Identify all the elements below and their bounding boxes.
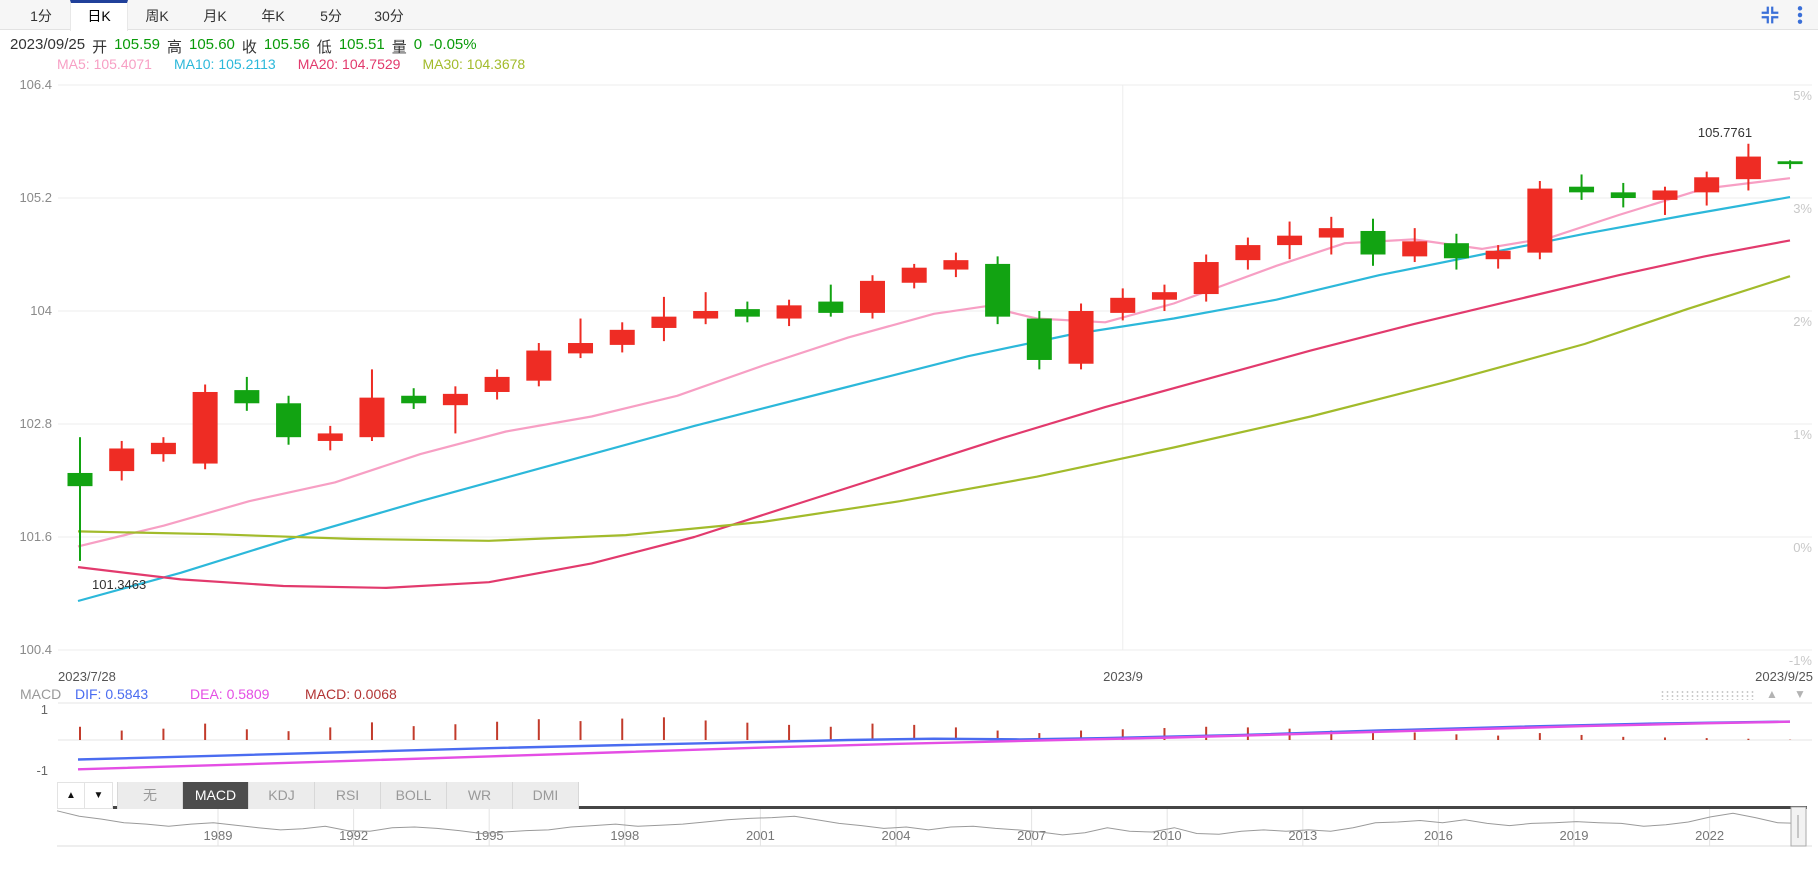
candle-body[interactable] <box>734 309 760 317</box>
x-label-end: 2023/9/25 <box>1755 669 1813 684</box>
chart-canvas[interactable]: 106.4 105.2 104 102.8 101.6 100.4 5% 3% 2% 1% 0% -1… <box>0 0 1818 878</box>
timeline-year-label: 1995 <box>475 828 504 843</box>
indicator-tab-WR[interactable]: WR <box>447 782 513 809</box>
indicator-tab-BOLL[interactable]: BOLL <box>381 782 447 809</box>
candle-body[interactable] <box>484 376 510 392</box>
indicator-tab-KDJ[interactable]: KDJ <box>249 782 315 809</box>
y-axis-left-label: 105.2 <box>19 190 52 205</box>
candle-body[interactable] <box>1652 190 1678 200</box>
candle-body[interactable] <box>1443 243 1469 259</box>
candle-body[interactable] <box>1318 228 1344 238</box>
macd-dea-line <box>77 720 1791 771</box>
y-axis-right-label: -1% <box>1789 653 1813 668</box>
panel-resize-grip[interactable] <box>1660 690 1756 700</box>
macd-dif-value: DIF: 0.5843 <box>75 686 149 702</box>
candle-body[interactable] <box>651 316 677 328</box>
candle-body[interactable] <box>1569 186 1595 193</box>
timeline-year-label: 1998 <box>610 828 639 843</box>
y-axis-right-label: 5% <box>1793 88 1812 103</box>
x-label-mid: 2023/9 <box>1103 669 1143 684</box>
y-axis-left-label: 104 <box>30 303 52 318</box>
candle-body[interactable] <box>859 280 885 313</box>
candle-body[interactable] <box>526 350 552 381</box>
timeline-year-label: 2010 <box>1153 828 1182 843</box>
candle-body[interactable] <box>1735 156 1761 180</box>
y-axis-right-label: 1% <box>1793 427 1812 442</box>
ma-line-MA20 <box>77 239 1791 590</box>
x-label-start: 2023/7/28 <box>58 669 116 684</box>
panel-expand-icon[interactable]: ▲ <box>1766 687 1778 701</box>
y-axis-left-label: 101.6 <box>19 529 52 544</box>
candle-body[interactable] <box>818 301 844 313</box>
timeline-year-label: 1989 <box>204 828 233 843</box>
y-axis-right-label: 0% <box>1793 540 1812 555</box>
candle-body[interactable] <box>67 472 93 487</box>
ma-line-MA10 <box>77 196 1791 603</box>
candle-body[interactable] <box>1151 292 1177 300</box>
candle-body[interactable] <box>276 403 302 438</box>
ma-line-MA30 <box>77 275 1791 542</box>
y-axis-right-label: 3% <box>1793 201 1812 216</box>
macd-legend-row: MACD DIF: 0.5843 DEA: 0.5809 MACD: 0.006… <box>0 686 1818 702</box>
macd-axis-bottom-label: -1 <box>36 763 48 778</box>
panel-collapse-icon[interactable]: ▼ <box>1794 687 1806 701</box>
timeline-year-label: 2022 <box>1695 828 1724 843</box>
indicator-up-button[interactable]: ▲ <box>57 782 85 809</box>
y-axis-left-label: 100.4 <box>19 642 52 657</box>
macd-axis-top-label: 1 <box>41 702 48 717</box>
candle-body[interactable] <box>234 390 260 404</box>
indicator-tab-MACD[interactable]: MACD <box>183 782 249 809</box>
candle-body[interactable] <box>1110 297 1136 313</box>
timeline-year-label: 2019 <box>1560 828 1589 843</box>
candle-body[interactable] <box>1485 250 1511 260</box>
timeline-sparkline <box>56 810 1801 836</box>
candle-body[interactable] <box>317 433 343 441</box>
candle-body[interactable] <box>568 343 594 354</box>
candle-body[interactable] <box>192 391 218 464</box>
y-axis-left-label: 106.4 <box>19 77 52 92</box>
y-axis-left-label: 102.8 <box>19 416 52 431</box>
candle-body[interactable] <box>1026 318 1052 360</box>
macd-macd-value: MACD: 0.0068 <box>305 686 397 702</box>
candle-body[interactable] <box>1777 161 1803 165</box>
candle-body[interactable] <box>401 395 427 404</box>
x-axis-dates: 2023/7/28 2023/9 2023/9/25 <box>0 669 1818 685</box>
high-price-annotation: 105.7761 <box>1698 125 1752 140</box>
y-axis-right-label: 2% <box>1793 314 1812 329</box>
indicator-bar: ▲ ▼ 无 MACD KDJ RSI BOLL WR DMI <box>57 782 579 809</box>
candle-body[interactable] <box>109 448 135 472</box>
candle-body[interactable] <box>150 442 176 455</box>
macd-dea-value: DEA: 0.5809 <box>190 686 270 702</box>
candle-body[interactable] <box>1193 262 1219 295</box>
candle-body[interactable] <box>985 263 1011 317</box>
candle-body[interactable] <box>1402 241 1428 257</box>
indicator-tabs: 无 MACD KDJ RSI BOLL WR DMI <box>117 782 579 809</box>
candle-body[interactable] <box>943 260 969 270</box>
candle-body[interactable] <box>1610 192 1636 198</box>
candle-body[interactable] <box>1235 245 1261 261</box>
candle-body[interactable] <box>693 311 719 319</box>
candle-body[interactable] <box>776 305 802 319</box>
candle-body[interactable] <box>1694 177 1720 193</box>
indicator-tab-DMI[interactable]: DMI <box>513 782 579 809</box>
candle-body[interactable] <box>609 329 635 345</box>
timeline-year-label: 2004 <box>882 828 911 843</box>
indicator-tab-无[interactable]: 无 <box>117 782 183 809</box>
candle-body[interactable] <box>901 267 927 283</box>
candle-body[interactable] <box>1068 311 1094 364</box>
indicator-tab-RSI[interactable]: RSI <box>315 782 381 809</box>
timeline-year-label: 2016 <box>1424 828 1453 843</box>
timeline-year-label: 2001 <box>746 828 775 843</box>
indicator-down-button[interactable]: ▼ <box>85 782 113 809</box>
candle-body[interactable] <box>1527 188 1553 253</box>
low-price-annotation: 101.3463 <box>92 577 146 592</box>
candle-body[interactable] <box>442 393 468 406</box>
candle-body[interactable] <box>359 397 385 438</box>
macd-title: MACD <box>20 686 62 702</box>
candle-body[interactable] <box>1360 230 1386 255</box>
candle-body[interactable] <box>1277 235 1303 246</box>
